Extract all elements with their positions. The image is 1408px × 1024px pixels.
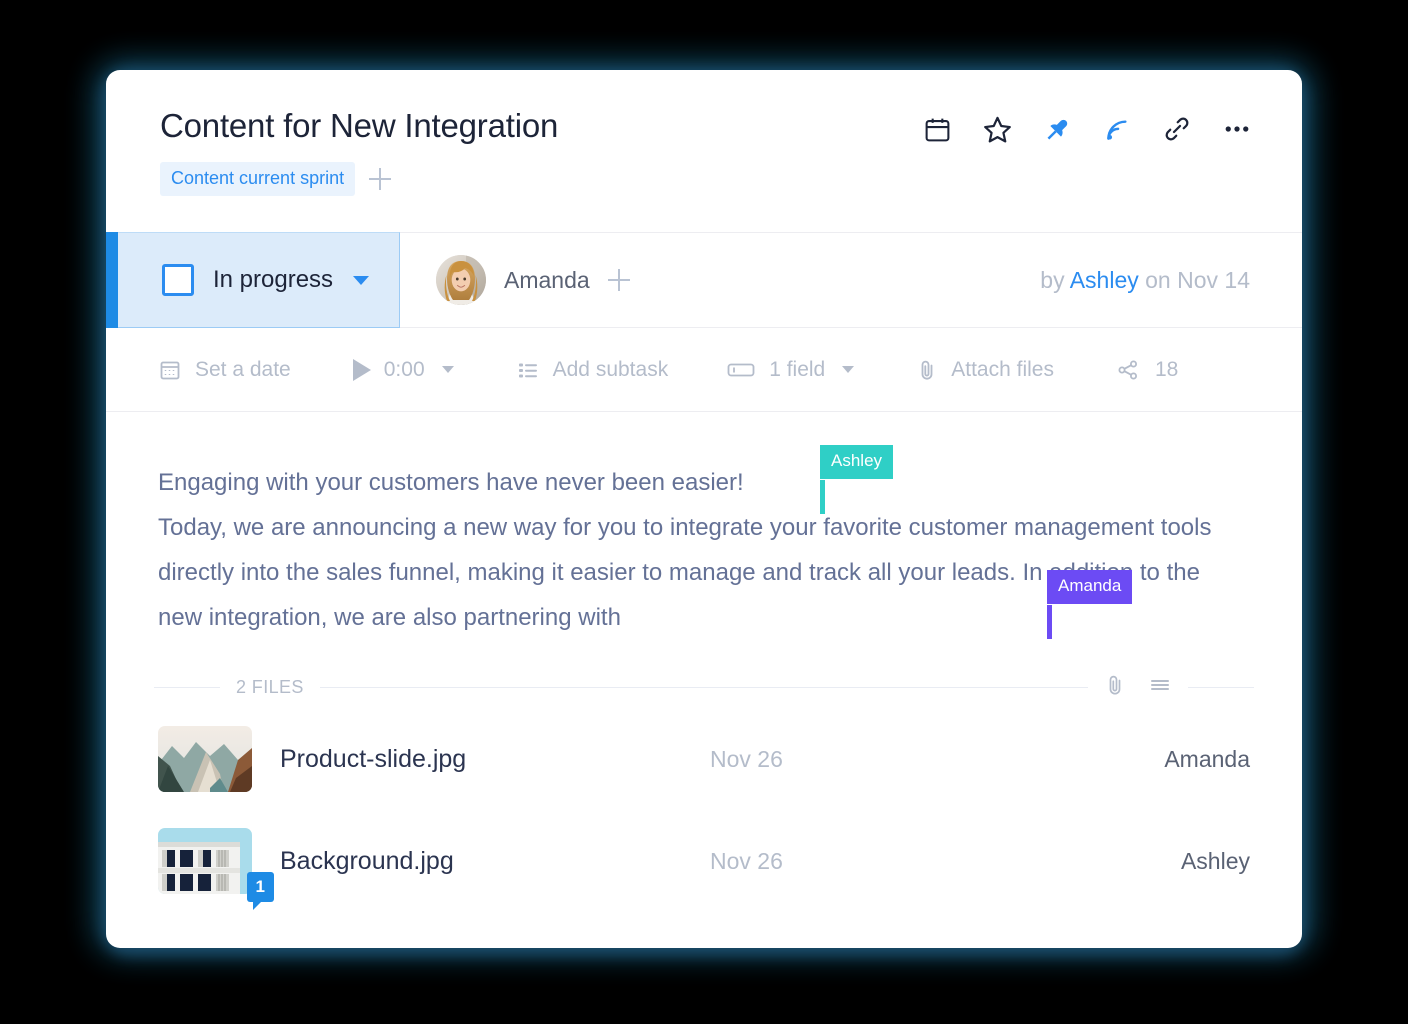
list-view-icon[interactable]: [1148, 673, 1172, 702]
assignee-name: Amanda: [504, 267, 590, 294]
attach-files-label: Attach files: [951, 358, 1054, 382]
file-owner: Ashley: [1040, 848, 1250, 875]
set-date-label: Set a date: [195, 358, 291, 382]
file-owner: Amanda: [1040, 746, 1250, 773]
file-row[interactable]: Product-slide.jpg Nov 26 Amanda: [106, 708, 1302, 810]
collab-cursor-ashley: Ashley: [820, 445, 893, 479]
chevron-down-icon[interactable]: [353, 276, 369, 285]
follow-icon[interactable]: [1100, 112, 1134, 146]
chevron-down-icon[interactable]: [842, 366, 854, 373]
file-name: Background.jpg: [280, 847, 710, 876]
avatar[interactable]: [436, 255, 486, 305]
pin-icon[interactable]: [1040, 112, 1074, 146]
divider-left: [154, 687, 220, 688]
status-selector[interactable]: In progress: [106, 232, 400, 328]
fields-button[interactable]: 1 field: [726, 358, 854, 382]
file-thumbnail-wrap: 1: [158, 828, 252, 894]
assignee-group: Amanda: [436, 255, 630, 305]
divider-right: [1188, 687, 1254, 688]
file-thumbnail-mountain: [158, 726, 252, 792]
divider-middle: [320, 687, 1088, 688]
star-icon[interactable]: [980, 112, 1014, 146]
calendar-icon[interactable]: [920, 112, 954, 146]
meta-by-label: by: [1040, 267, 1064, 293]
more-icon[interactable]: [1220, 112, 1254, 146]
task-toolbar: Set a date 0:00 Add subtask: [106, 328, 1302, 412]
add-assignee-icon[interactable]: [608, 269, 630, 291]
fields-label: 1 field: [769, 358, 825, 382]
task-description[interactable]: Engaging with your customers have never …: [106, 412, 1302, 666]
collab-caret-ashley: [820, 480, 825, 514]
task-meta: by Ashley on Nov 14: [1040, 267, 1250, 294]
tag-content-current-sprint[interactable]: Content current sprint: [160, 162, 355, 196]
file-date: Nov 26: [710, 848, 1040, 875]
file-thumbnail-building: [158, 828, 252, 894]
add-subtask-label: Add subtask: [553, 358, 669, 382]
collab-cursor-amanda: Amanda: [1047, 570, 1132, 604]
files-actions: [1104, 673, 1172, 702]
card-header: Content for New Integration Content curr…: [106, 70, 1302, 232]
comment-count-badge[interactable]: 1: [247, 872, 274, 902]
task-detail-card: Content for New Integration Content curr…: [106, 70, 1302, 948]
add-subtask-button[interactable]: Add subtask: [516, 358, 669, 382]
attach-files-button[interactable]: Attach files: [916, 358, 1054, 382]
share-button[interactable]: 18: [1114, 358, 1178, 382]
set-date-button[interactable]: Set a date: [158, 358, 291, 382]
file-name: Product-slide.jpg: [280, 745, 710, 774]
complete-checkbox[interactable]: [162, 264, 194, 296]
file-date: Nov 26: [710, 746, 1040, 773]
files-divider: 2 FILES: [106, 666, 1302, 708]
status-bar: In progress: [106, 232, 1302, 328]
timer-label: 0:00: [384, 358, 425, 382]
screen: Content for New Integration Content curr…: [0, 0, 1408, 1024]
attach-file-icon[interactable]: [1104, 673, 1126, 702]
add-tag-icon[interactable]: [369, 168, 391, 190]
tag-row: Content current sprint: [160, 162, 1248, 196]
link-icon[interactable]: [1160, 112, 1194, 146]
share-count: 18: [1155, 358, 1178, 382]
file-row[interactable]: 1 Background.jpg Nov 26 Ashley: [106, 810, 1302, 912]
meta-date-label: on Nov 14: [1145, 267, 1250, 293]
timer-button[interactable]: 0:00: [353, 358, 454, 382]
description-line-1: Engaging with your customers have never …: [158, 460, 1248, 505]
status-label: In progress: [213, 266, 333, 294]
collab-caret-amanda: [1047, 605, 1052, 639]
meta-author-link[interactable]: Ashley: [1070, 267, 1139, 293]
header-actions: [920, 112, 1254, 146]
play-icon[interactable]: [353, 359, 371, 381]
files-count-label: 2 FILES: [236, 677, 304, 698]
chevron-down-icon[interactable]: [442, 366, 454, 373]
